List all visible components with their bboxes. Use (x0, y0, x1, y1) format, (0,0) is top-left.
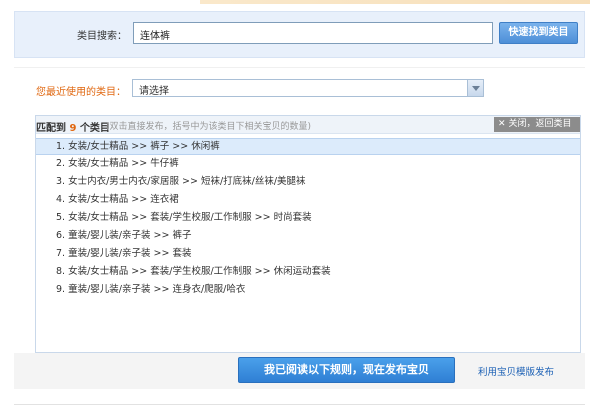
category-search-label: 类目搜索： (77, 31, 127, 42)
bottom-divider (14, 404, 585, 405)
category-result-item[interactable]: 6. 童装/婴儿装/亲子装 >> 裤子 (36, 227, 580, 245)
match-count: 9 (69, 123, 77, 134)
match-hint: (双击直接发布，括号中为该类目下相关宝贝的数量) (106, 122, 312, 132)
section-divider (14, 67, 585, 68)
results-header: 匹配到 9 个类目 (双击直接发布，括号中为该类目下相关宝贝的数量) ✕ 关闭，返… (36, 116, 580, 134)
category-result-item[interactable]: 9. 童装/婴儿装/亲子装 >> 连身衣/爬服/哈衣 (36, 281, 580, 299)
recent-categories-label: 您最近使用的类目： (36, 87, 126, 98)
quick-find-category-button[interactable]: 快速找到类目 (499, 22, 578, 44)
category-result-item[interactable]: 8. 女装/女士精品 >> 套装/学生校服/工作制服 >> 休闲运动套装 (36, 263, 580, 281)
category-result-item[interactable]: 4. 女装/女士精品 >> 连衣裙 (36, 191, 580, 209)
category-result-item[interactable]: 5. 女装/女士精品 >> 套装/学生校服/工作制服 >> 时尚套装 (36, 209, 580, 227)
publish-with-template-link[interactable]: 利用宝贝模版发布 (478, 364, 554, 378)
close-return-label: 关闭，返回类目 (508, 119, 572, 129)
chevron-down-icon[interactable] (467, 80, 483, 96)
category-result-item[interactable]: 3. 女士内衣/男士内衣/家居服 >> 短袜/打底袜/丝袜/美腿袜 (36, 173, 580, 191)
category-result-list: 1. 女装/女士精品 >> 裤子 >> 休闲裤 2. 女装/女士精品 >> 牛仔… (36, 138, 580, 299)
category-result-item[interactable]: 1. 女装/女士精品 >> 裤子 >> 休闲裤 (36, 138, 580, 155)
recent-categories-select[interactable]: 请选择 (132, 79, 484, 97)
close-icon: ✕ (498, 119, 506, 129)
category-search-input[interactable]: 连体裤 (133, 22, 493, 44)
category-search-panel: 类目搜索： 连体裤 快速找到类目 (14, 11, 585, 58)
category-results-panel: 匹配到 9 个类目 (双击直接发布，括号中为该类目下相关宝贝的数量) ✕ 关闭，返… (35, 115, 581, 353)
close-return-category-button[interactable]: ✕ 关闭，返回类目 (494, 117, 580, 132)
recent-categories-selected-value: 请选择 (139, 86, 169, 97)
match-count-title: 匹配到 9 个类目 (36, 119, 110, 134)
match-title-prefix: 匹配到 (36, 123, 66, 134)
category-result-item[interactable]: 7. 童装/婴儿装/亲子装 >> 套装 (36, 245, 580, 263)
top-decoration-strip (200, 0, 590, 4)
category-result-item[interactable]: 2. 女装/女士精品 >> 牛仔裤 (36, 155, 580, 173)
agree-and-publish-button[interactable]: 我已阅读以下规则，现在发布宝贝 (238, 357, 455, 383)
